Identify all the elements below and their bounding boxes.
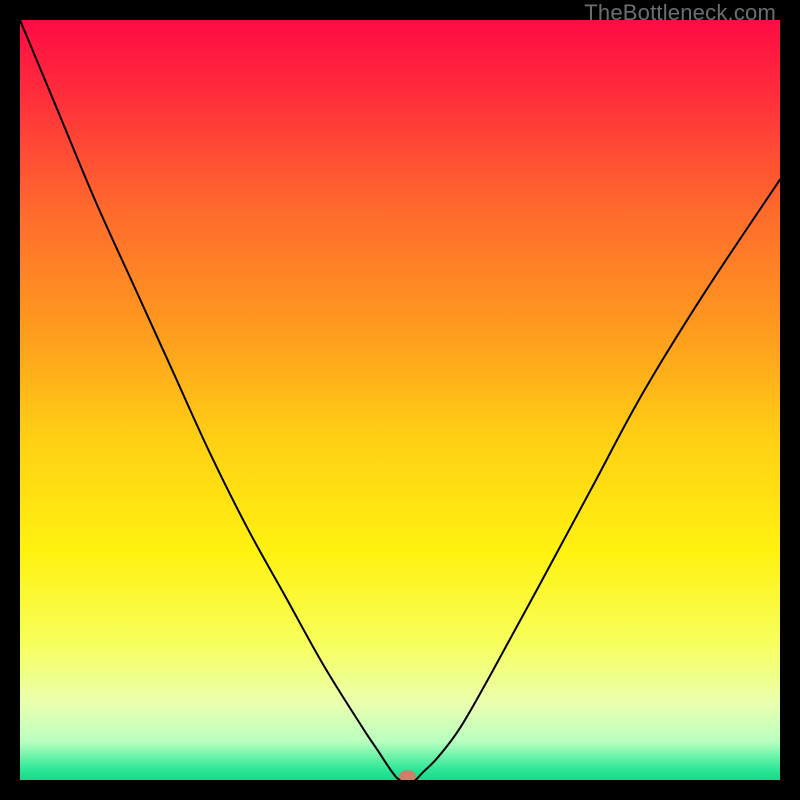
curve-layer [20,20,780,780]
chart-frame: { "watermark": "TheBottleneck.com", "cha… [0,0,800,800]
minimum-marker [399,770,416,780]
watermark-text: TheBottleneck.com [584,0,776,26]
bottleneck-curve [20,20,780,780]
plot-area [20,20,780,780]
